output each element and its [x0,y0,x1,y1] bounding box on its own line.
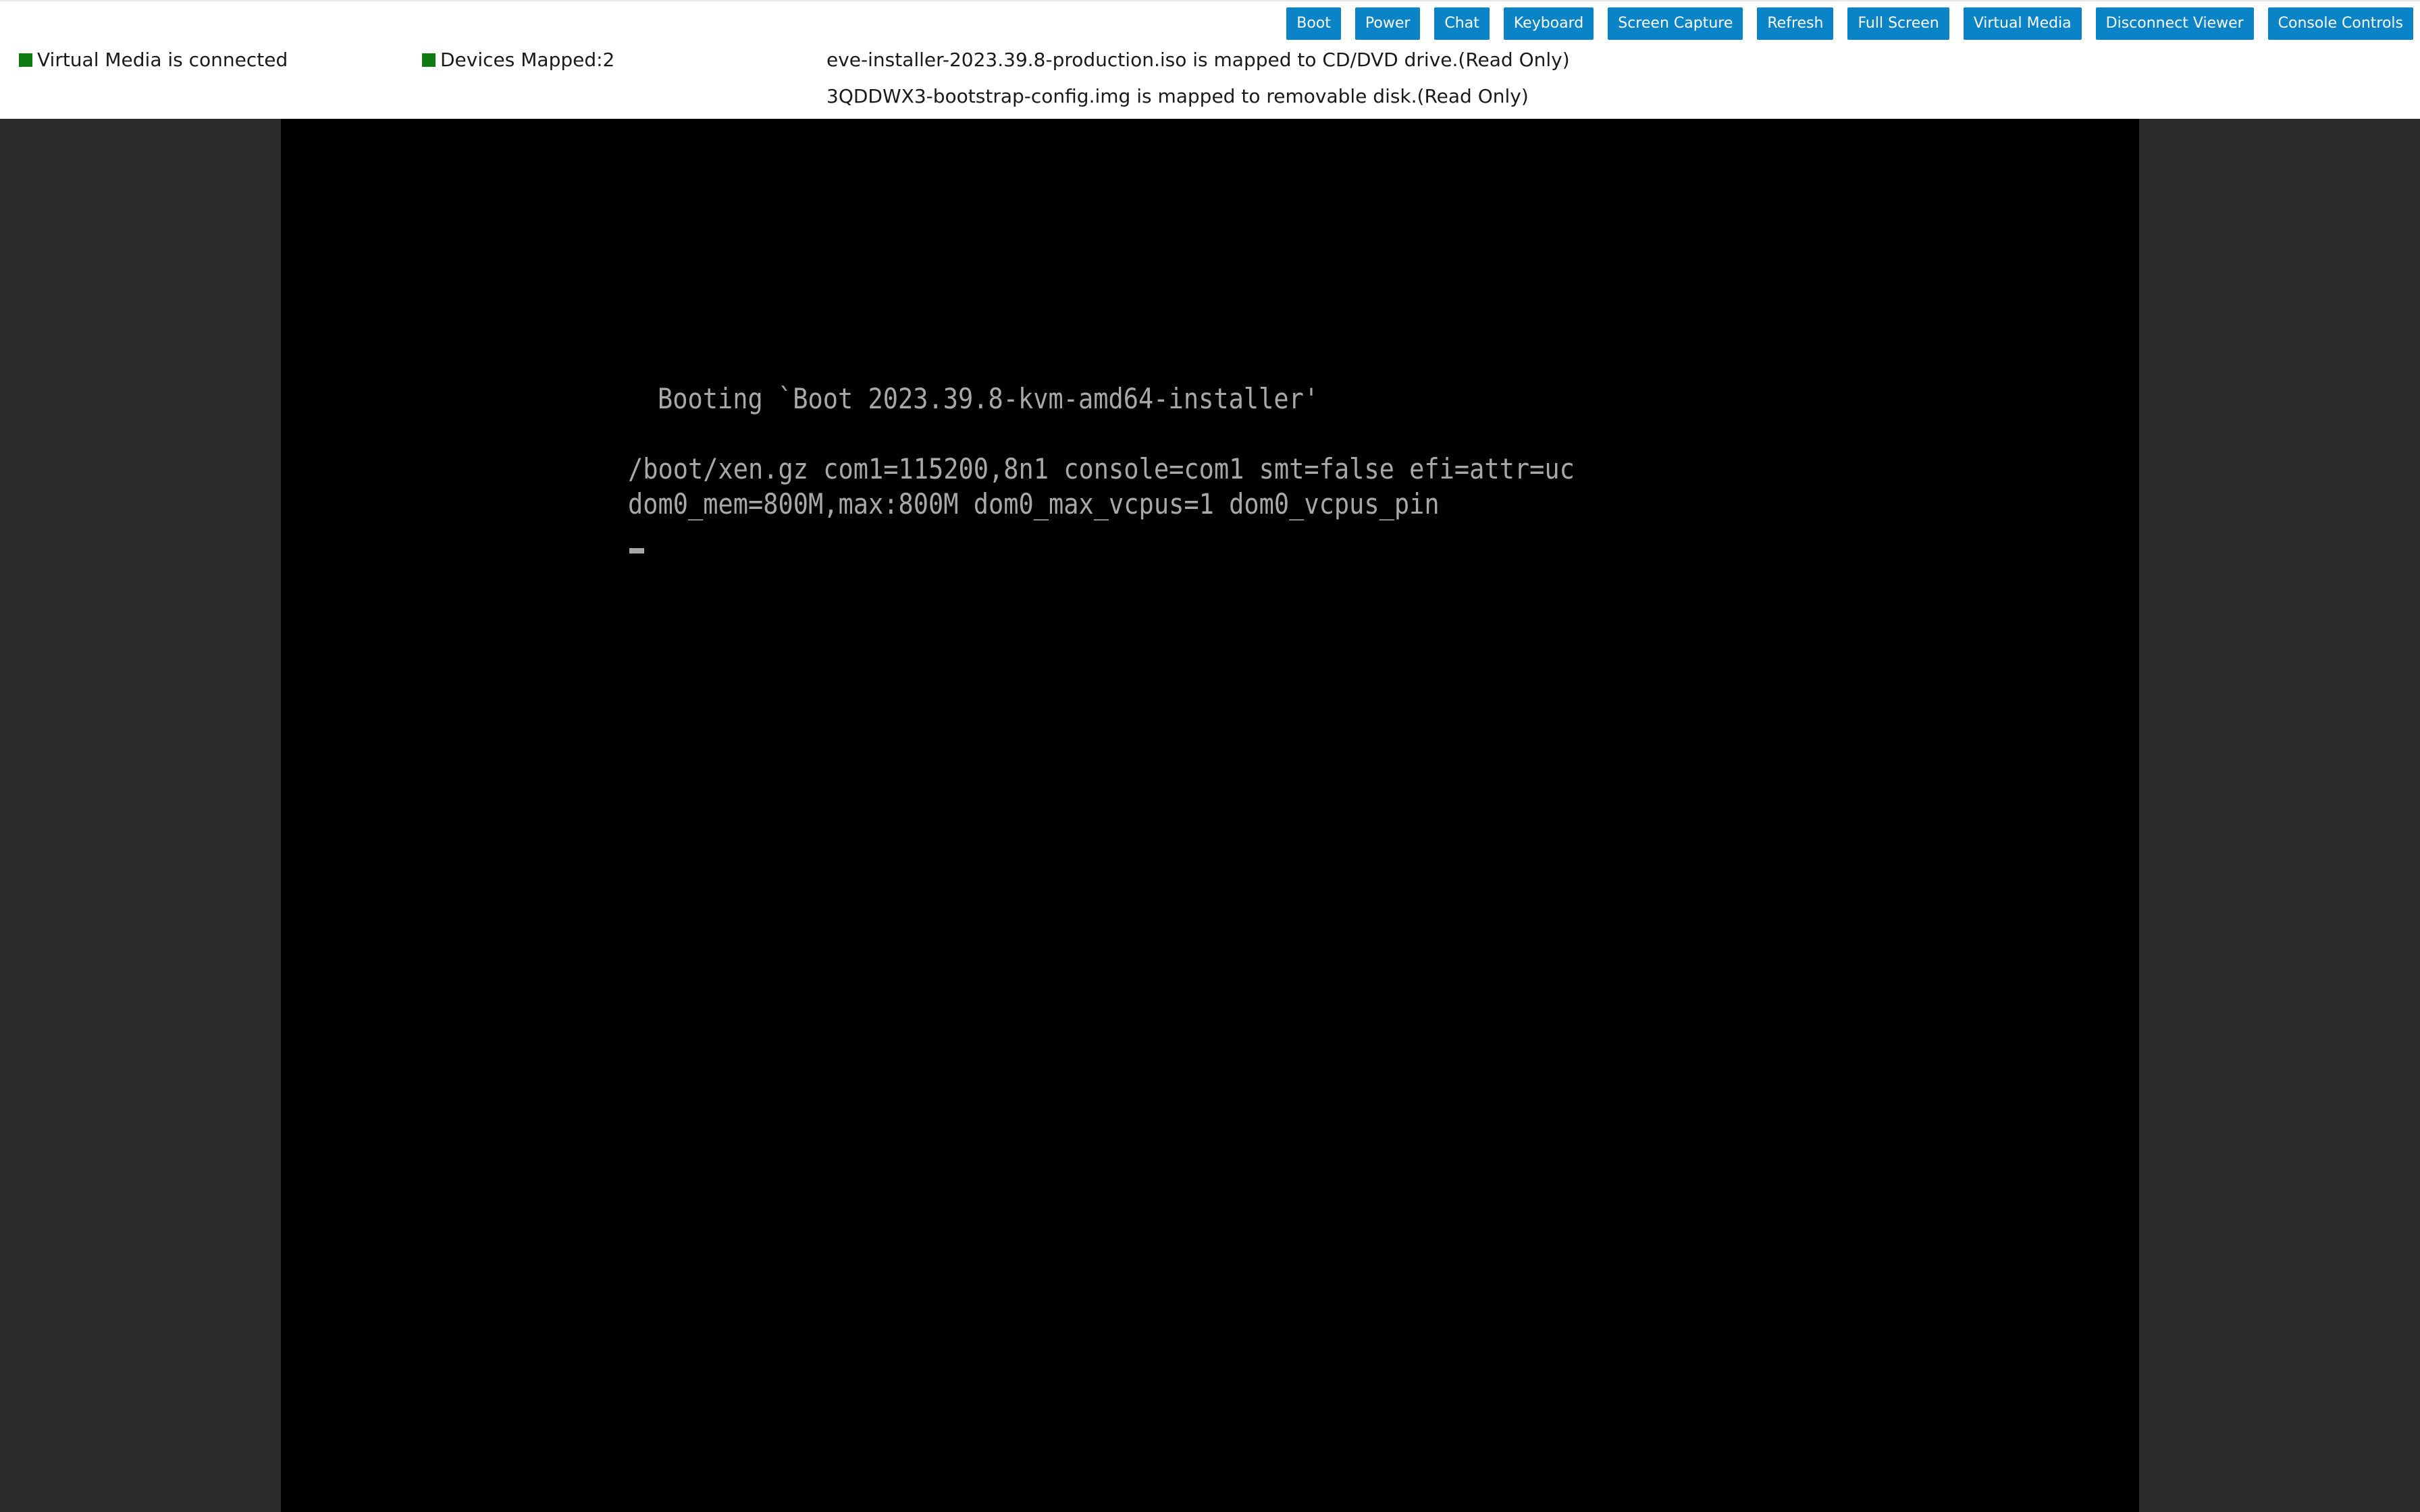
viewer-header: Boot Power Chat Keyboard Screen Capture … [0,0,2420,119]
power-button[interactable]: Power [1354,7,1421,40]
console-boot-line: Booting `Boot 2023.39.8-kvm-amd64-instal… [658,382,1319,415]
console-controls-button[interactable]: Console Controls [2267,7,2413,40]
devices-indicator-icon [422,53,436,67]
full-screen-button[interactable]: Full Screen [1847,7,1949,40]
kvm-console-app: Boot Power Chat Keyboard Screen Capture … [0,0,2420,1512]
screen-capture-button[interactable]: Screen Capture [1608,7,1743,40]
connected-indicator-icon [19,53,32,67]
refresh-button[interactable]: Refresh [1757,7,1834,40]
virtual-media-button[interactable]: Virtual Media [1963,7,2082,40]
virtual-media-status: Virtual Media is connected [19,49,288,71]
chat-button[interactable]: Chat [1434,7,1490,40]
console-command-line-2: dom0_mem=800M,max:800M dom0_max_vcpus=1 … [628,487,1440,520]
disconnect-viewer-button[interactable]: Disconnect Viewer [2095,7,2254,40]
remote-console-screen[interactable]: Booting `Boot 2023.39.8-kvm-amd64-instal… [281,119,2139,1512]
devices-mapped-status: Devices Mapped:2 [422,49,614,71]
console-command-line-1: /boot/xen.gz com1=115200,8n1 console=com… [628,452,1575,485]
keyboard-button[interactable]: Keyboard [1503,7,1594,40]
boot-button[interactable]: Boot [1286,7,1341,40]
toolbar: Boot Power Chat Keyboard Screen Capture … [1286,7,2413,40]
console-cursor [629,548,644,554]
mapping-removable-disk: 3QDDWX3-bootstrap-config.img is mapped t… [826,85,1529,107]
virtual-media-status-text: Virtual Media is connected [37,49,288,71]
mapping-cd-dvd: eve-installer-2023.39.8-production.iso i… [826,49,1570,71]
devices-mapped-text: Devices Mapped:2 [440,49,615,71]
